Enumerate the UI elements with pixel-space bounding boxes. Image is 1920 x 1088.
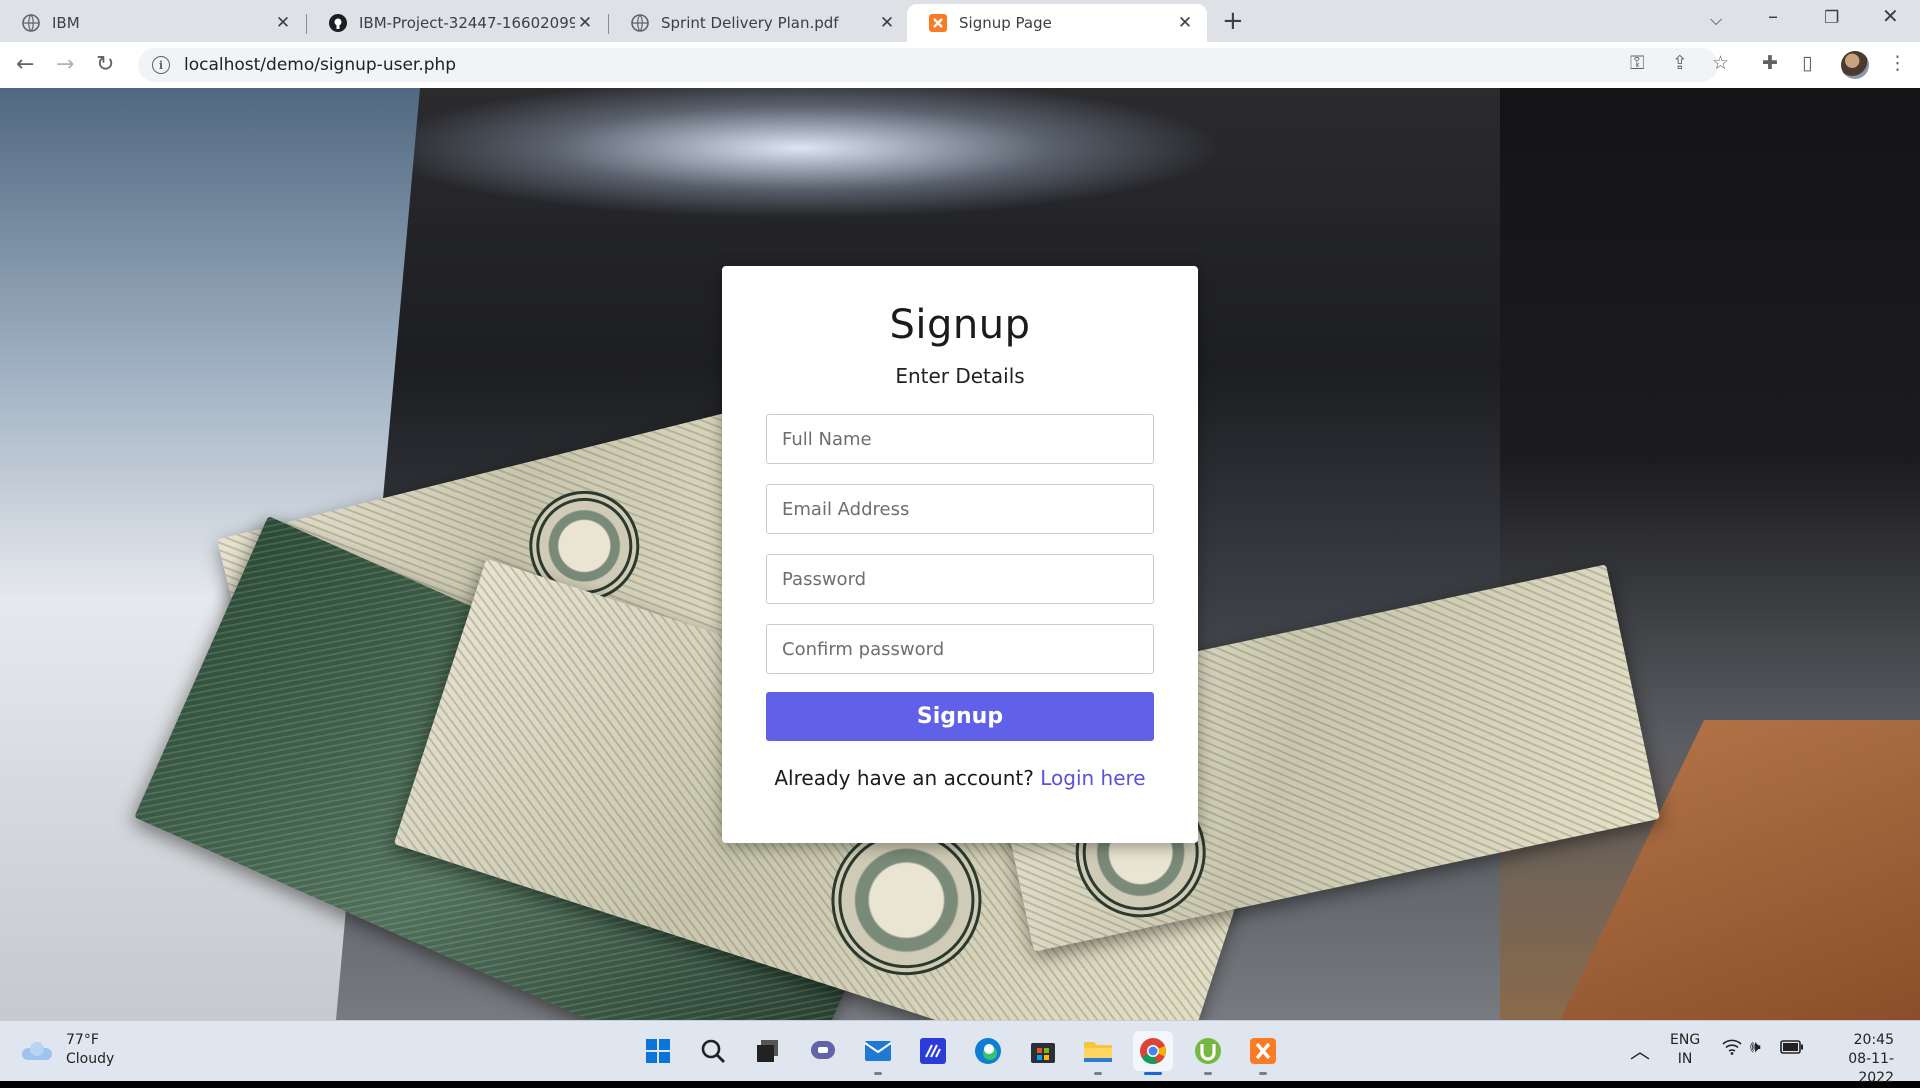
region-code: IN [1677,1051,1693,1067]
password-input[interactable] [766,554,1154,604]
back-arrow-icon[interactable]: ← [16,52,34,77]
tab-github[interactable]: IBM-Project-32447-1660209943/ ✕ [307,4,607,42]
running-indicator [1094,1072,1102,1075]
running-indicator [1144,1072,1162,1075]
close-icon[interactable]: ✕ [877,13,897,33]
confirm-password-input[interactable] [766,624,1154,674]
weather-temp: 77°F [66,1032,99,1048]
windows-start-icon[interactable] [638,1031,678,1071]
teams-chat-icon[interactable] [803,1031,843,1071]
window-close-button[interactable]: ✕ [1882,4,1899,28]
page-title: Signup [889,302,1031,348]
battery-icon[interactable] [1780,1040,1804,1058]
task-view-icon[interactable] [748,1031,788,1071]
minimize-button[interactable]: – [1768,4,1778,28]
cloud-icon [20,1040,52,1060]
tab-title: IBM [52,14,80,32]
language-indicator[interactable]: ENG IN [1670,1031,1700,1069]
url-text: localhost/demo/signup-user.php [184,55,457,75]
full-name-input[interactable] [766,414,1154,464]
browser-tab-bar: IBM ✕ IBM-Project-32447-1660209943/ ✕ Sp… [0,0,1920,42]
running-indicator [874,1072,882,1075]
store-icon[interactable] [1023,1031,1063,1071]
weather-widget[interactable]: 77°F Cloudy [20,1031,114,1069]
close-icon[interactable]: ✕ [575,13,595,33]
tab-sprint-plan[interactable]: Sprint Delivery Plan.pdf ✕ [609,4,909,42]
restore-button[interactable]: ❐ [1824,8,1839,28]
reload-icon[interactable]: ↻ [96,52,114,77]
running-indicator [1204,1072,1212,1075]
file-explorer-icon[interactable] [1078,1031,1118,1075]
address-bar[interactable]: i localhost/demo/signup-user.php [138,48,1718,82]
clock-time: 20:45 [1853,1032,1894,1048]
tab-title: Signup Page [959,14,1052,32]
tab-ibm[interactable]: IBM ✕ [0,4,305,42]
weather-desc: Cloudy [66,1051,115,1067]
menu-dots-icon[interactable]: ⋮ [1888,52,1907,74]
running-indicator [1259,1072,1267,1075]
form-subtitle: Enter Details [895,364,1025,388]
tab-search-icon[interactable]: ⌵ [1710,10,1722,30]
site-info-icon[interactable]: i [152,56,170,74]
page-viewport: Signup Enter Details Signup Already have… [0,88,1920,1020]
chrome-icon[interactable] [1133,1031,1173,1075]
taskbar-apps [638,1031,1283,1075]
search-icon[interactable] [693,1031,733,1071]
language-code: ENG [1670,1032,1701,1048]
email-input[interactable] [766,484,1154,534]
close-icon[interactable]: ✕ [1175,13,1195,33]
clock[interactable]: 20:45 08-11-2022 [1822,1031,1894,1088]
signup-card: Signup Enter Details Signup Already have… [722,266,1198,843]
login-prompt-text: Already have an account? [774,766,1034,790]
mail-icon[interactable] [858,1031,898,1075]
volume-icon[interactable]: 🕪 [1750,1037,1761,1057]
clock-date: 08-11-2022 [1848,1051,1894,1086]
tab-signup-page[interactable]: Signup Page ✕ [907,4,1207,42]
utorrent-icon[interactable] [1188,1031,1228,1075]
login-prompt: Already have an account? Login here [722,766,1198,790]
tab-title: Sprint Delivery Plan.pdf [661,14,839,32]
login-link[interactable]: Login here [1040,766,1145,790]
tab-title: IBM-Project-32447-1660209943/ [359,14,575,32]
key-icon[interactable]: ⚿ [1630,52,1644,74]
bookmark-star-icon[interactable]: ☆ [1712,52,1729,74]
globe-icon [22,14,40,32]
xampp-icon[interactable] [1243,1031,1283,1075]
new-tab-button[interactable]: + [1222,6,1244,36]
close-icon[interactable]: ✕ [273,13,293,33]
windows-taskbar: 77°F Cloudy ︿ ENG IN 🕪 20:45 08-11-2022 [0,1020,1920,1086]
chevron-up-icon[interactable]: ︿ [1630,1035,1650,1064]
forward-arrow-icon[interactable]: → [56,52,74,77]
github-icon [329,14,347,32]
globe-icon [631,14,649,32]
wifi-icon[interactable] [1722,1039,1742,1059]
signup-button[interactable]: Signup [766,692,1154,741]
xampp-icon [929,14,947,32]
edge-icon[interactable] [968,1031,1008,1071]
side-panel-icon[interactable]: ▯ [1802,52,1812,74]
avatar[interactable] [1841,51,1869,79]
extensions-icon[interactable]: ✚ [1762,52,1778,74]
browser-toolbar: ← → ↻ i localhost/demo/signup-user.php ⚿… [0,42,1920,89]
share-icon[interactable]: ⇪ [1672,52,1688,74]
editor-app-icon[interactable] [913,1031,953,1071]
